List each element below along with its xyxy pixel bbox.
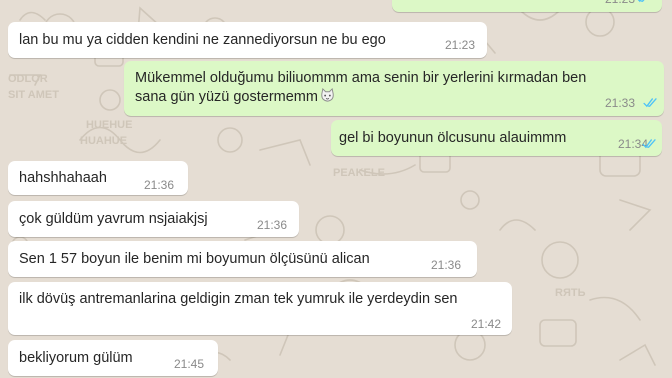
svg-text:HUAHUE: HUAHUE	[80, 135, 127, 147]
message-timestamp: 21:23	[605, 0, 635, 9]
message-text: Sen 1 57 boyun ile benim mi boyumun ölçü…	[19, 251, 370, 267]
message-text: çok güldüm yavrum nsjaiakjsj	[19, 211, 208, 227]
svg-text:SIT AMET: SIT AMET	[8, 89, 59, 101]
svg-text:HUEHUE: HUEHUE	[86, 119, 132, 131]
svg-text:RЯТЬ: RЯТЬ	[555, 287, 586, 299]
read-receipt-icon	[637, 0, 645, 3]
message-timestamp: 21:36	[431, 258, 462, 272]
message-text: gel bi boyunun ölcusunu alauimmm	[339, 130, 567, 146]
message-timestamp: 21:42	[471, 317, 502, 331]
message-text: lan bu mu ya cidden kendini ne zannediyo…	[19, 32, 386, 48]
outgoing-message-bubble[interactable]: gel bi boyunun ölcusunu alauimmm 21:34	[331, 120, 662, 156]
svg-text:PEAKELE: PEAKELE	[333, 167, 385, 179]
incoming-message-bubble[interactable]: çok güldüm yavrum nsjaiakjsj 21:36	[8, 201, 299, 237]
message-text: Haram olsun Canim benim	[402, 0, 574, 6]
incoming-message-bubble[interactable]: lan bu mu ya cidden kendini ne zannediyo…	[8, 22, 487, 58]
incoming-message-bubble[interactable]: bekliyorum gülüm 21:45	[8, 340, 218, 376]
message-timestamp: 21:23	[445, 38, 476, 52]
cat-face-icon	[321, 88, 334, 102]
incoming-message-bubble[interactable]: Sen 1 57 boyun ile benim mi boyumun ölçü…	[8, 241, 477, 277]
incoming-message-bubble[interactable]: ilk dövüş antremanlarina geldigin zman t…	[8, 282, 512, 335]
message-timestamp: 21:36	[144, 178, 175, 192]
read-receipt-icon	[643, 98, 657, 108]
incoming-message-bubble[interactable]: hahshhahaah 21:36	[8, 161, 188, 195]
message-line: sana gün yüzü gostermemm	[135, 88, 335, 107]
message-text: bekliyorum gülüm	[19, 350, 133, 366]
message-timestamp: 21:45	[174, 357, 205, 371]
message-text: sana gün yüzü gostermemm	[135, 89, 318, 105]
message-text: Mükemmel olduğumu biliuommm ama senin bi…	[135, 70, 587, 86]
outgoing-message-bubble[interactable]: Mükemmel olduğumu biliuommm ama senin bi…	[124, 61, 664, 116]
svg-text:ODLOR: ODLOR	[8, 73, 48, 85]
outgoing-message-bubble[interactable]: Haram olsun Canim benim 21:23	[392, 0, 662, 12]
message-text: hahshhahaah	[19, 170, 107, 186]
message-text: ilk dövüş antremanlarina geldigin zman t…	[19, 291, 458, 307]
read-receipt-icon	[642, 139, 656, 149]
message-timestamp: 21:36	[257, 218, 288, 232]
message-timestamp: 21:33	[605, 96, 636, 110]
